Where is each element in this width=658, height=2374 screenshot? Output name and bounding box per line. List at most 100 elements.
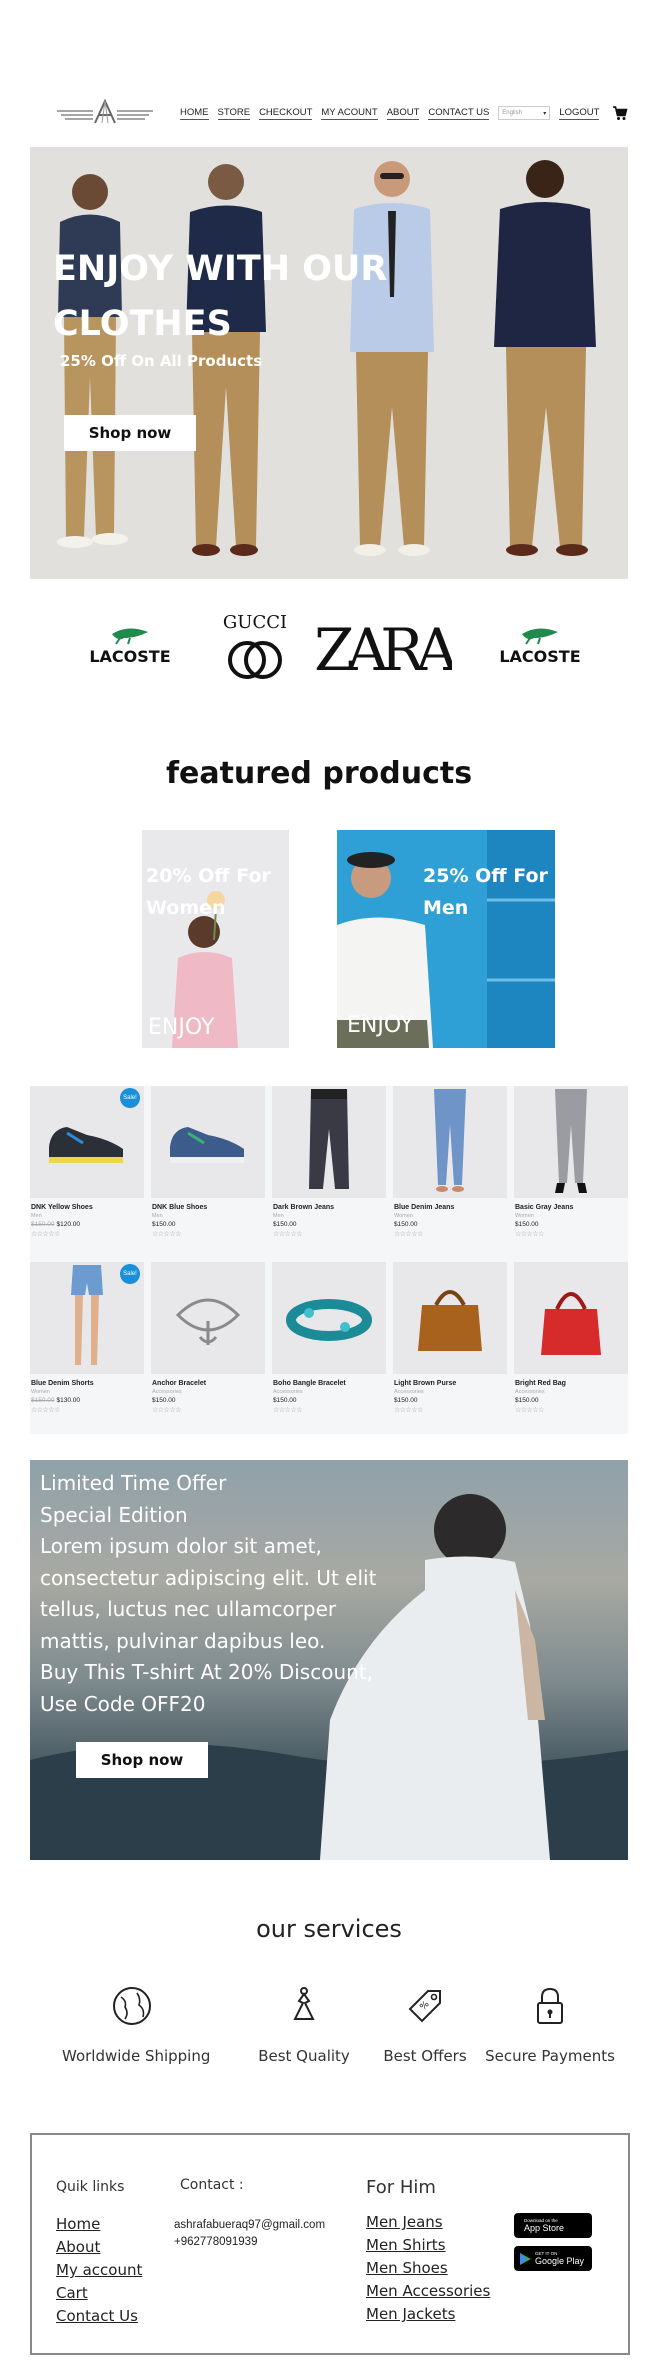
product-name[interactable]: Light Brown Purse xyxy=(394,1380,506,1387)
brand-lacoste-logo[interactable]: LACOSTE xyxy=(80,620,180,680)
product-price-row: $150.00 xyxy=(273,1397,385,1404)
product-name[interactable]: DNK Yellow Shoes xyxy=(31,1204,143,1211)
product-rating: ☆☆☆☆☆ xyxy=(394,1231,423,1238)
product-rating: ☆☆☆☆☆ xyxy=(152,1231,181,1238)
footer-link-about[interactable]: About xyxy=(56,2236,142,2259)
product-red-bag-image xyxy=(541,1291,601,1355)
product-image[interactable]: Sale! xyxy=(30,1086,144,1198)
footer-link-men-shoes[interactable]: Men Shoes xyxy=(366,2257,490,2280)
promo-women[interactable]: 20% Off For Women ENJOY xyxy=(142,830,289,1048)
footer-link-my-account[interactable]: My account xyxy=(56,2259,142,2282)
product-name[interactable]: Anchor Bracelet xyxy=(152,1380,264,1387)
services-title: our services xyxy=(256,1915,402,1943)
footer-link-contact[interactable]: Contact Us xyxy=(56,2305,142,2328)
footer-link-men-jeans[interactable]: Men Jeans xyxy=(366,2211,490,2234)
product-card[interactable]: Anchor Bracelet Accessories $150.00 ☆☆☆☆… xyxy=(151,1261,265,1430)
service-best-offers: % Best Offers xyxy=(355,1985,495,2065)
offer-shop-now-button[interactable]: Shop now xyxy=(76,1742,208,1778)
offer-line-3: Lorem ipsum dolor sit amet, xyxy=(40,1534,322,1558)
footer-link-home[interactable]: Home xyxy=(56,2213,142,2236)
footer-link-cart[interactable]: Cart xyxy=(56,2282,142,2305)
product-image[interactable] xyxy=(151,1086,265,1198)
product-name[interactable]: Blue Denim Jeans xyxy=(394,1204,506,1211)
hero-shop-now-button[interactable]: Shop now xyxy=(64,415,196,451)
nav-home[interactable]: HOME xyxy=(180,107,209,120)
product-name[interactable]: Basic Gray Jeans xyxy=(515,1204,627,1211)
footer-link-men-accessories[interactable]: Men Accessories xyxy=(366,2280,490,2303)
product-card[interactable]: Sale! Blue Denim Shorts Women $150.00 $13… xyxy=(30,1261,144,1430)
footer-link-men-shirts[interactable]: Men Shirts xyxy=(366,2234,490,2257)
product-price: $150.00 xyxy=(273,1221,297,1228)
product-name[interactable]: Boho Bangle Bracelet xyxy=(273,1380,385,1387)
product-image[interactable] xyxy=(393,1086,507,1198)
brand-gucci-logo[interactable]: GUCCI xyxy=(210,610,300,690)
product-card[interactable]: Blue Denim Jeans Women $150.00 ☆☆☆☆☆ xyxy=(393,1086,507,1255)
product-card[interactable]: Bright Red Bag Accessories $150.00 ☆☆☆☆☆ xyxy=(514,1261,628,1430)
product-price-row: $150.00 xyxy=(394,1221,506,1228)
svg-text:%: % xyxy=(418,1999,431,2012)
brand-logo[interactable] xyxy=(55,93,155,133)
product-name[interactable]: Blue Denim Shorts xyxy=(31,1380,143,1387)
product-price-row: $150.00 $120.00 xyxy=(31,1221,143,1228)
app-store-badge[interactable]: Download on the App Store xyxy=(514,2213,592,2238)
brand-zara-logo[interactable]: ZARA xyxy=(312,612,452,682)
product-name[interactable]: DNK Blue Shoes xyxy=(152,1204,264,1211)
offer-line-2: Special Edition xyxy=(40,1502,188,1527)
product-card[interactable]: Sale! DNK Yellow Shoes Men $150.00 $120.0… xyxy=(30,1086,144,1255)
product-card[interactable]: Basic Gray Jeans Women $150.00 ☆☆☆☆☆ xyxy=(514,1086,628,1255)
product-card[interactable]: Boho Bangle Bracelet Accessories $150.00… xyxy=(272,1261,386,1430)
product-name[interactable]: Bright Red Bag xyxy=(515,1380,627,1387)
product-image[interactable] xyxy=(514,1086,628,1198)
product-card[interactable]: Light Brown Purse Accessories $150.00 ☆☆… xyxy=(393,1261,507,1430)
service-label: Secure Payments xyxy=(485,2047,615,2065)
hero-subtitle: 25% Off On All Products xyxy=(60,352,263,370)
google-play-icon xyxy=(520,2252,531,2265)
offer-line-6: mattis, pulvinar dapibus leo. xyxy=(40,1628,326,1653)
nav-logout[interactable]: LOGOUT xyxy=(559,107,600,120)
product-bangle-bracelet-image xyxy=(286,1298,372,1341)
brand-gucci-text: GUCCI xyxy=(223,612,287,633)
nav-my-account[interactable]: MY ACOUNT xyxy=(321,107,378,120)
product-rating: ☆☆☆☆☆ xyxy=(394,1406,423,1414)
nav-checkout[interactable]: CHECKOUT xyxy=(259,107,313,120)
product-image[interactable] xyxy=(151,1261,265,1374)
product-card[interactable]: Dark Brown Jeans Men $150.00 ☆☆☆☆☆ xyxy=(272,1086,386,1255)
product-price: $130.00 xyxy=(56,1396,81,1404)
cart-icon[interactable] xyxy=(612,105,628,121)
nav-about[interactable]: ABOUT xyxy=(386,107,420,120)
product-image[interactable] xyxy=(272,1261,386,1374)
product-image[interactable] xyxy=(514,1261,628,1374)
product-price-row: $150.00 xyxy=(515,1397,627,1404)
language-select[interactable]: English ▾ xyxy=(498,106,551,120)
footer-contact-info: ashrafabueraq97@gmail.com +962778091939 xyxy=(174,2217,325,2251)
footer-phone[interactable]: +962778091939 xyxy=(174,2234,325,2251)
product-rating: ☆☆☆☆☆ xyxy=(31,1406,60,1414)
product-price-row: $150.00 $130.00 xyxy=(31,1397,143,1404)
brand-lacoste-logo-2[interactable]: LACOSTE xyxy=(490,620,590,680)
product-card[interactable]: DNK Blue Shoes Men $150.00 ☆☆☆☆☆ xyxy=(151,1086,265,1255)
product-category: Accessories xyxy=(152,1388,182,1395)
product-blue-shoes-image xyxy=(170,1127,244,1163)
quality-icon xyxy=(293,1987,315,2020)
google-play-badge[interactable]: GET IT ON Google Play xyxy=(514,2246,592,2271)
product-price: $150.00 xyxy=(515,1396,539,1404)
product-image[interactable] xyxy=(272,1086,386,1198)
product-image[interactable] xyxy=(393,1261,507,1374)
product-name[interactable]: Dark Brown Jeans xyxy=(273,1204,385,1211)
footer-quick-links: Home About My account Cart Contact Us xyxy=(56,2213,142,2328)
offer-line-1: Limited Time Offer xyxy=(40,1471,227,1495)
offer-line-7: Buy This T-shirt At 20% Discount, xyxy=(40,1660,373,1684)
footer-email[interactable]: ashrafabueraq97@gmail.com xyxy=(174,2217,325,2234)
sale-badge: Sale! xyxy=(120,1088,140,1108)
footer-contact-title: Contact : xyxy=(180,2177,244,2193)
product-price: $150.00 xyxy=(152,1396,176,1404)
nav-store[interactable]: STORE xyxy=(217,107,251,120)
promo-men[interactable]: 25% Off For Men ENJOY xyxy=(337,830,555,1048)
product-category: Women xyxy=(31,1388,50,1395)
product-image[interactable]: Sale! xyxy=(30,1261,144,1374)
footer-link-men-jackets[interactable]: Men Jackets xyxy=(366,2303,490,2326)
nav-contact[interactable]: CONTACT US xyxy=(428,107,490,120)
lock-icon xyxy=(537,1987,563,2024)
main-nav: HOME STORE CHECKOUT MY ACOUNT ABOUT CONT… xyxy=(180,105,628,121)
service-worldwide-shipping: Worldwide Shipping xyxy=(62,1985,210,2065)
